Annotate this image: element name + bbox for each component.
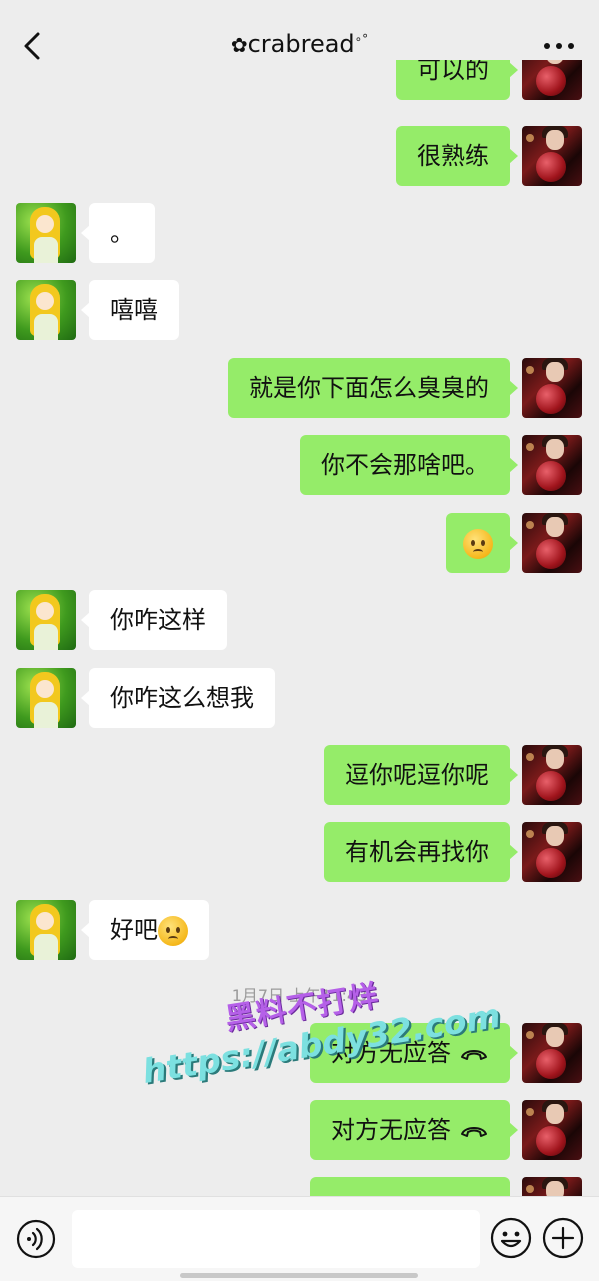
home-indicator[interactable] [180, 1273, 418, 1278]
message-bubble[interactable]: 可以的 [396, 60, 518, 100]
message-row: 嘻嘻 [0, 280, 599, 342]
message-row: 你咋这样 [0, 590, 599, 652]
message-bubble[interactable]: 就是你下面怎么臭臭的 [228, 358, 518, 418]
message-row: 。 [0, 203, 599, 265]
message-row: 对方无应答 [0, 1100, 599, 1162]
message-bubble[interactable]: 你咋这样 [81, 590, 227, 650]
message-row: 好吧 [0, 900, 599, 962]
call-record-bubble[interactable]: 对方无应答 [310, 1100, 518, 1160]
chat-message-list[interactable]: 可以的 很熟练 。 嘻嘻 就是你下面怎么臭臭的 你不会那啥吧。 你咋这样 你咋这… [0, 60, 599, 1196]
self-avatar[interactable] [522, 1023, 582, 1083]
contact-avatar[interactable] [16, 590, 76, 650]
self-avatar[interactable] [522, 745, 582, 805]
plus-icon[interactable] [542, 1217, 584, 1259]
self-avatar[interactable] [522, 513, 582, 573]
message-row: 逗你呢逗你呢 [0, 745, 599, 807]
message-text: 你咋这样 [110, 606, 206, 634]
emoji-icon[interactable] [490, 1217, 532, 1259]
chat-input-bar [0, 1196, 599, 1281]
message-bubble[interactable]: 你不会那啥吧。 [300, 435, 518, 495]
self-avatar[interactable] [522, 435, 582, 495]
message-text: 就是你下面怎么臭臭的 [249, 374, 489, 402]
message-bubble[interactable] [446, 513, 518, 573]
contact-name: crabread [247, 30, 355, 58]
message-row [0, 513, 599, 575]
self-avatar[interactable] [522, 822, 582, 882]
call-record-bubble[interactable]: 对方无应答 [310, 1023, 518, 1083]
message-row: 你咋这么想我 [0, 668, 599, 730]
message-text: 逗你呢逗你呢 [345, 761, 489, 789]
message-bubble[interactable]: 好吧 [81, 900, 209, 960]
message-row: 可以的 [0, 60, 599, 102]
call-declined-icon [461, 1127, 487, 1137]
message-row [0, 1177, 599, 1196]
message-text: 好吧 [110, 916, 158, 944]
voice-icon[interactable] [16, 1219, 56, 1259]
message-row: 对方无应答 [0, 1023, 599, 1085]
self-avatar[interactable] [522, 1100, 582, 1160]
worried-face-emoji [158, 916, 188, 946]
message-text: 你咋这么想我 [110, 684, 254, 712]
message-text: 。 [110, 219, 134, 247]
contact-avatar[interactable] [16, 900, 76, 960]
message-row: 就是你下面怎么臭臭的 [0, 358, 599, 420]
message-bubble[interactable]: 逗你呢逗你呢 [324, 745, 518, 805]
contact-avatar[interactable] [16, 203, 76, 263]
message-bubble[interactable]: 有机会再找你 [324, 822, 518, 882]
self-avatar[interactable] [522, 126, 582, 186]
contact-avatar[interactable] [16, 280, 76, 340]
message-text: 你不会那啥吧。 [321, 451, 489, 479]
contact-avatar[interactable] [16, 668, 76, 728]
message-bubble[interactable]: 你咋这么想我 [81, 668, 275, 728]
message-timestamp: 1月7日 上午11:43 [231, 986, 368, 1005]
message-bubble[interactable]: 。 [81, 203, 155, 263]
self-avatar[interactable] [522, 1177, 582, 1196]
message-input[interactable] [72, 1210, 480, 1268]
message-text: 很熟练 [417, 142, 489, 170]
message-row: 很熟练 [0, 126, 599, 188]
message-text: 对方无应答 [331, 1116, 451, 1144]
message-bubble[interactable]: 很熟练 [396, 126, 518, 186]
flower-icon: ✿ [230, 33, 248, 57]
message-bubble[interactable] [310, 1177, 510, 1196]
message-text: 嘻嘻 [110, 296, 158, 324]
call-declined-icon [461, 1050, 487, 1060]
worried-face-emoji [463, 529, 493, 559]
message-bubble[interactable]: 嘻嘻 [81, 280, 179, 340]
chat-title: ✿crabread∘° [0, 30, 599, 58]
message-text: 有机会再找你 [345, 838, 489, 866]
self-avatar[interactable] [522, 60, 582, 100]
message-text: 可以的 [417, 60, 489, 84]
message-text: 对方无应答 [331, 1039, 451, 1067]
more-options-button[interactable] [539, 32, 579, 60]
title-suffix: ∘° [354, 32, 369, 46]
message-row: 你不会那啥吧。 [0, 435, 599, 497]
self-avatar[interactable] [522, 358, 582, 418]
message-row: 有机会再找你 [0, 822, 599, 884]
